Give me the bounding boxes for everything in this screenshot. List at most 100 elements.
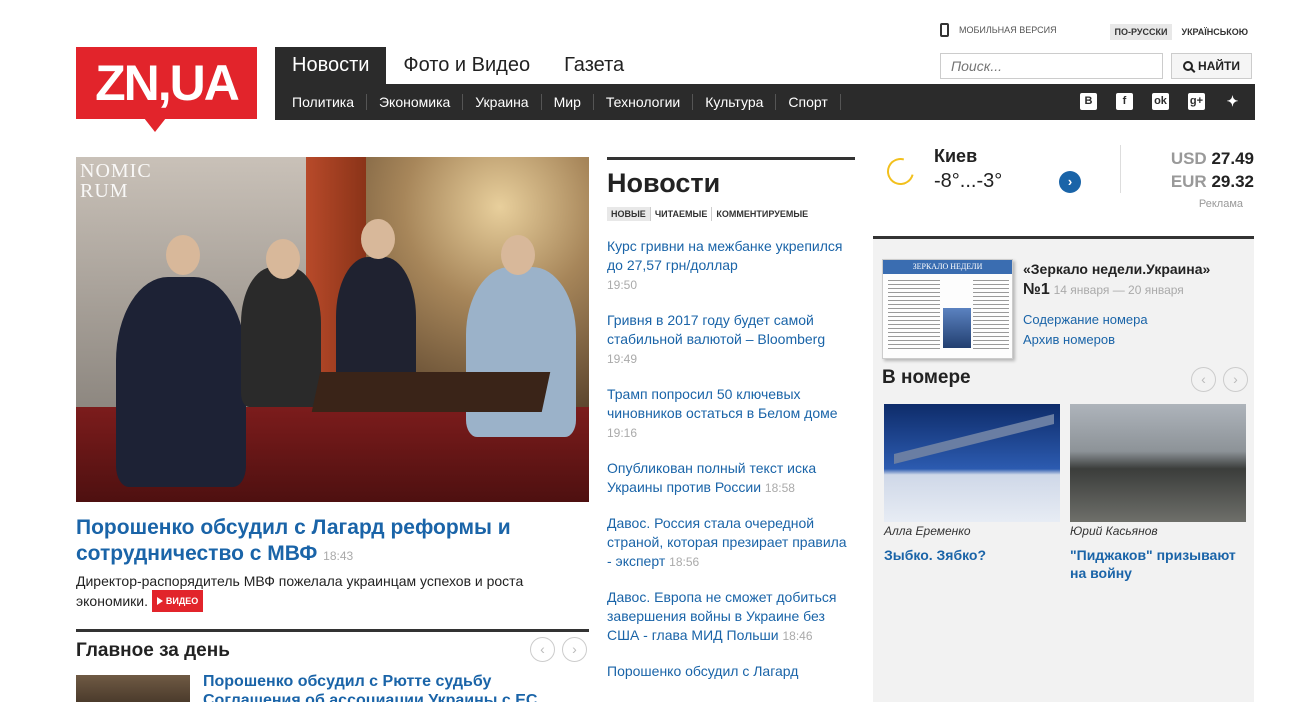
tab-photo-video[interactable]: Фото и Видео: [386, 47, 547, 84]
news-item-title[interactable]: Давос. Россия стала очередной страной, к…: [607, 515, 847, 569]
mobile-version-label: Мобильная версия: [959, 25, 1057, 35]
news-column: Новости Новые Читаемые Комментируемые Ку…: [607, 157, 855, 697]
issue-contents-link[interactable]: Содержание номера: [1023, 310, 1148, 330]
section-nav: Политика Экономика Украина Мир Технологи…: [275, 84, 1255, 120]
eur-value: 29.32: [1211, 172, 1254, 191]
mobile-version-link[interactable]: Мобильная версия: [940, 23, 1057, 37]
news-item-title[interactable]: Трамп попросил 50 ключевых чиновников ос…: [607, 386, 838, 421]
news-item-title[interactable]: Порошенко обсудил с Лагард: [607, 663, 798, 679]
main-of-day-title[interactable]: Порошенко обсудил с Рютте судьбу Соглаше…: [203, 672, 583, 702]
main-of-day-arrows: ‹ ›: [530, 637, 587, 662]
facebook-icon[interactable]: f: [1116, 93, 1133, 110]
usd-rate: USD 27.49: [1171, 147, 1254, 170]
phone-icon: [940, 23, 949, 37]
prev-arrow-icon[interactable]: ‹: [1191, 367, 1216, 392]
issue-image[interactable]: [884, 404, 1060, 522]
next-arrow-icon[interactable]: ›: [562, 637, 587, 662]
in-issue-heading: В номере: [882, 367, 971, 388]
news-item-time: 18:56: [669, 555, 700, 569]
section-world[interactable]: Мир: [542, 94, 594, 110]
usd-value: 27.49: [1211, 149, 1254, 168]
divider: [1120, 145, 1121, 193]
issue-author: Юрий Касьянов: [1070, 524, 1158, 538]
section-technology[interactable]: Технологии: [594, 94, 694, 110]
main-nav: Новости Фото и Видео Газета: [275, 47, 641, 84]
hero-head: [266, 239, 300, 279]
news-item-title[interactable]: Гривня в 2017 году будет самой стабильно…: [607, 312, 825, 347]
news-tab-new[interactable]: Новые: [607, 207, 651, 221]
logo-tail: [144, 118, 166, 132]
news-item[interactable]: Давос. Россия стала очередной страной, к…: [607, 514, 855, 572]
section-culture[interactable]: Культура: [693, 94, 777, 110]
eur-label: EUR: [1170, 172, 1207, 191]
news-item-time: 19:49: [607, 352, 638, 366]
next-arrow-icon[interactable]: ›: [1223, 367, 1248, 392]
search-input[interactable]: [940, 53, 1163, 79]
issue-title[interactable]: Зыбко. Зябко?: [884, 546, 1060, 564]
news-item[interactable]: Порошенко обсудил с Лагард: [607, 662, 855, 681]
newspaper-cover[interactable]: ЗЕРКАЛО НЕДЕЛИ: [882, 259, 1013, 359]
lang-ua-link[interactable]: Українською: [1176, 24, 1253, 40]
hero-lead: Директор-распорядитель МВФ пожелала укра…: [76, 572, 596, 612]
newspaper-links: Содержание номера Архив номеров: [1023, 310, 1148, 350]
newspaper-lines: [888, 280, 940, 350]
search-button[interactable]: Найти: [1171, 53, 1252, 79]
news-tabs: Новые Читаемые Комментируемые: [607, 207, 855, 221]
video-badge-label: Видео: [165, 596, 199, 606]
hero-image[interactable]: NOMIC RUM: [76, 157, 589, 502]
news-tab-read[interactable]: Читаемые: [651, 207, 713, 221]
hero-lead-text: Директор-распорядитель МВФ пожелала укра…: [76, 573, 524, 609]
issue-card[interactable]: Алла Еременко Зыбко. Зябко?: [884, 404, 1060, 564]
section-politics[interactable]: Политика: [275, 94, 367, 110]
news-item[interactable]: Курс гривни на межбанке укрепился до 27,…: [607, 237, 855, 295]
lang-ru-link[interactable]: По-русски: [1109, 24, 1173, 40]
twitter-icon[interactable]: ✦: [1224, 93, 1241, 110]
hero-time: 18:43: [323, 549, 354, 563]
news-item[interactable]: Опубликован полный текст иска Украины пр…: [607, 459, 855, 498]
usd-label: USD: [1170, 149, 1207, 168]
news-item-title[interactable]: Курс гривни на межбанке укрепился до 27,…: [607, 238, 842, 273]
news-tab-commented[interactable]: Комментируемые: [712, 207, 812, 221]
section-sport[interactable]: Спорт: [776, 94, 841, 110]
newspaper-dates: 14 января — 20 января: [1053, 283, 1184, 297]
main-of-day-heading: Главное за день: [76, 640, 230, 661]
hero-person: [241, 267, 321, 407]
search-icon: [1183, 61, 1194, 71]
site-logo[interactable]: ZN,UA: [76, 47, 257, 119]
issue-image[interactable]: [1070, 404, 1246, 522]
newspaper-masthead: ЗЕРКАЛО НЕДЕЛИ: [883, 260, 1012, 274]
vk-icon[interactable]: В: [1080, 93, 1097, 110]
hero-headline[interactable]: Порошенко обсудил с Лагард реформы и сот…: [76, 515, 596, 569]
news-item-time: 18:46: [782, 629, 813, 643]
newspaper-lines: [973, 280, 1009, 350]
google-plus-icon[interactable]: g+: [1188, 93, 1205, 110]
issue-title[interactable]: "Пиджаков" призывают на войну: [1070, 546, 1246, 582]
hero-headline-text[interactable]: Порошенко обсудил с Лагард реформы и сот…: [76, 516, 511, 565]
issue-archive-link[interactable]: Архив номеров: [1023, 330, 1148, 350]
issue-author: Алла Еременко: [884, 524, 971, 538]
section-ukraine[interactable]: Украина: [463, 94, 542, 110]
search-button-label: Найти: [1198, 59, 1240, 73]
section-economy[interactable]: Экономика: [367, 94, 464, 110]
weather-more-icon[interactable]: ›: [1059, 171, 1081, 193]
tab-newspaper[interactable]: Газета: [547, 47, 641, 84]
newspaper-name: «Зеркало недели.Украина»: [1023, 261, 1211, 277]
hero-table: [311, 372, 551, 412]
main-of-day-thumb[interactable]: [76, 675, 190, 702]
issue-card[interactable]: Юрий Касьянов "Пиджаков" призывают на во…: [1070, 404, 1246, 582]
prev-arrow-icon[interactable]: ‹: [530, 637, 555, 662]
news-item[interactable]: Давос. Европа не сможет добиться заверше…: [607, 588, 855, 646]
tab-news[interactable]: Новости: [275, 47, 387, 84]
weather-temp: -8°...-3°: [934, 170, 1003, 192]
social-links: В f ok g+ ✦: [1080, 93, 1241, 110]
main-of-day-section: Главное за день: [76, 629, 589, 662]
video-badge[interactable]: Видео: [151, 590, 204, 612]
odnoklassniki-icon[interactable]: ok: [1152, 93, 1169, 110]
hero-head: [361, 219, 395, 259]
play-icon: [156, 597, 163, 605]
eur-rate: EUR 29.32: [1171, 170, 1254, 193]
news-item[interactable]: Трамп попросил 50 ключевых чиновников ос…: [607, 385, 855, 443]
news-item[interactable]: Гривня в 2017 году будет самой стабильно…: [607, 311, 855, 369]
hero-wef-text: NOMIC RUM: [80, 160, 152, 202]
weather-city: Киев: [934, 146, 978, 166]
